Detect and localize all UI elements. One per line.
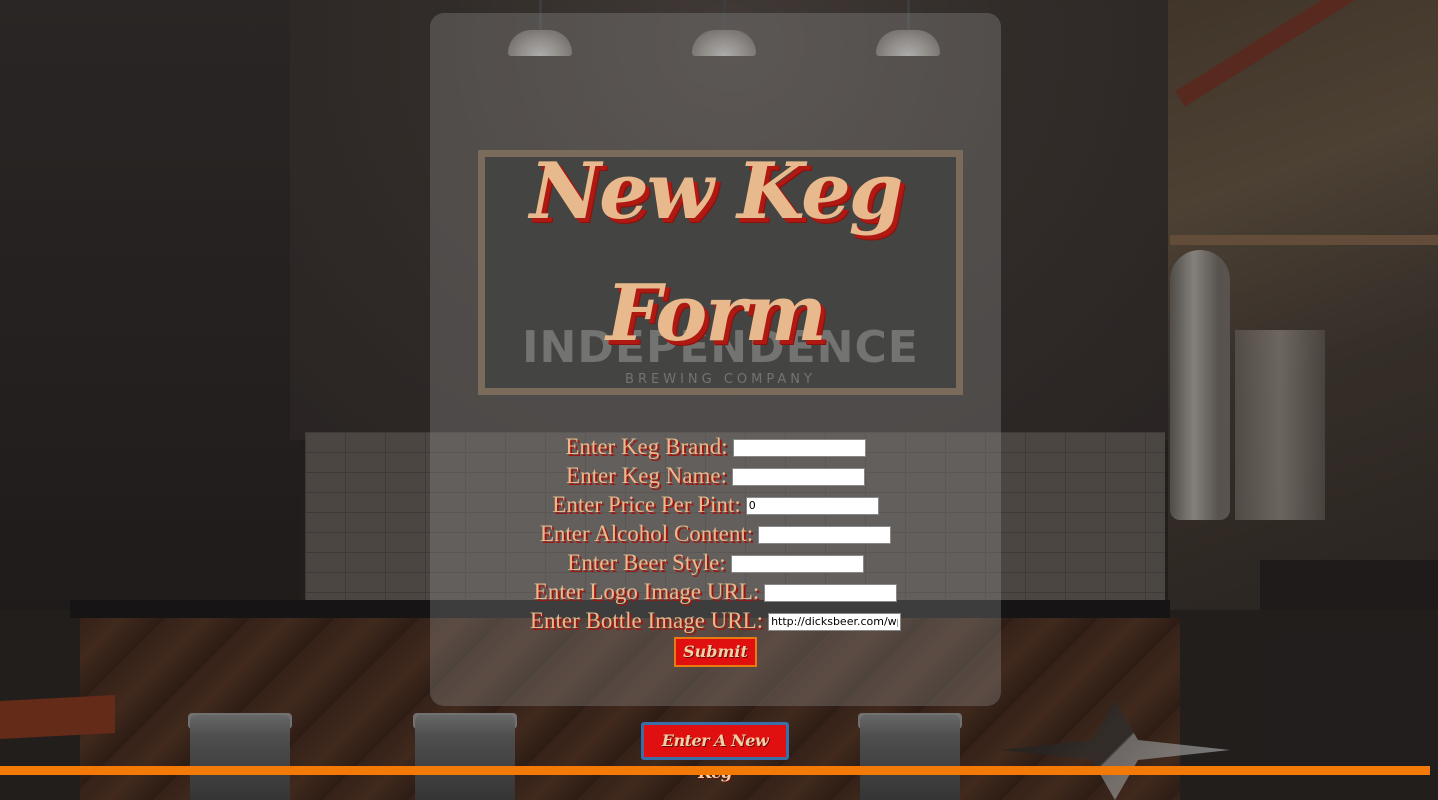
- submit-button[interactable]: Submit: [674, 637, 757, 667]
- logo-url-label: Enter Logo Image URL:: [533, 578, 760, 604]
- keg-name-label: Enter Keg Name:: [566, 462, 727, 488]
- price-per-pint-label: Enter Price Per Pint:: [552, 491, 741, 517]
- form-row-bottle: Enter Bottle Image URL:: [430, 606, 1001, 635]
- alcohol-content-label: Enter Alcohol Content:: [539, 520, 754, 546]
- enter-new-keg-button[interactable]: Enter A New Keg: [641, 722, 789, 782]
- title-line-2: Form: [606, 268, 827, 359]
- beer-style-input[interactable]: [730, 554, 864, 573]
- submit-row: Submit: [430, 637, 1001, 667]
- form-row-alcohol: Enter Alcohol Content:: [430, 519, 1001, 548]
- page-title: New Keg Form: [430, 131, 1001, 375]
- logo-url-input[interactable]: [764, 583, 898, 602]
- keg-brand-label: Enter Keg Brand:: [565, 433, 728, 459]
- title-line-1: New Keg: [529, 146, 903, 237]
- price-per-pint-input[interactable]: [745, 496, 879, 515]
- keg-brand-input[interactable]: [732, 438, 866, 457]
- bottle-url-label: Enter Bottle Image URL:: [529, 607, 764, 633]
- keg-name-input[interactable]: [731, 467, 865, 486]
- form-row-logo: Enter Logo Image URL:: [430, 577, 1001, 606]
- form-row-name: Enter Keg Name:: [430, 461, 1001, 490]
- form-row-style: Enter Beer Style:: [430, 548, 1001, 577]
- bottle-url-input[interactable]: [768, 612, 902, 631]
- footer-bar: [0, 766, 1430, 775]
- form-row-price: Enter Price Per Pint:: [430, 490, 1001, 519]
- new-keg-form: Enter Keg Brand: Enter Keg Name: Enter P…: [430, 432, 1001, 667]
- beer-style-label: Enter Beer Style:: [567, 549, 726, 575]
- form-row-brand: Enter Keg Brand:: [430, 432, 1001, 461]
- alcohol-content-input[interactable]: [758, 525, 892, 544]
